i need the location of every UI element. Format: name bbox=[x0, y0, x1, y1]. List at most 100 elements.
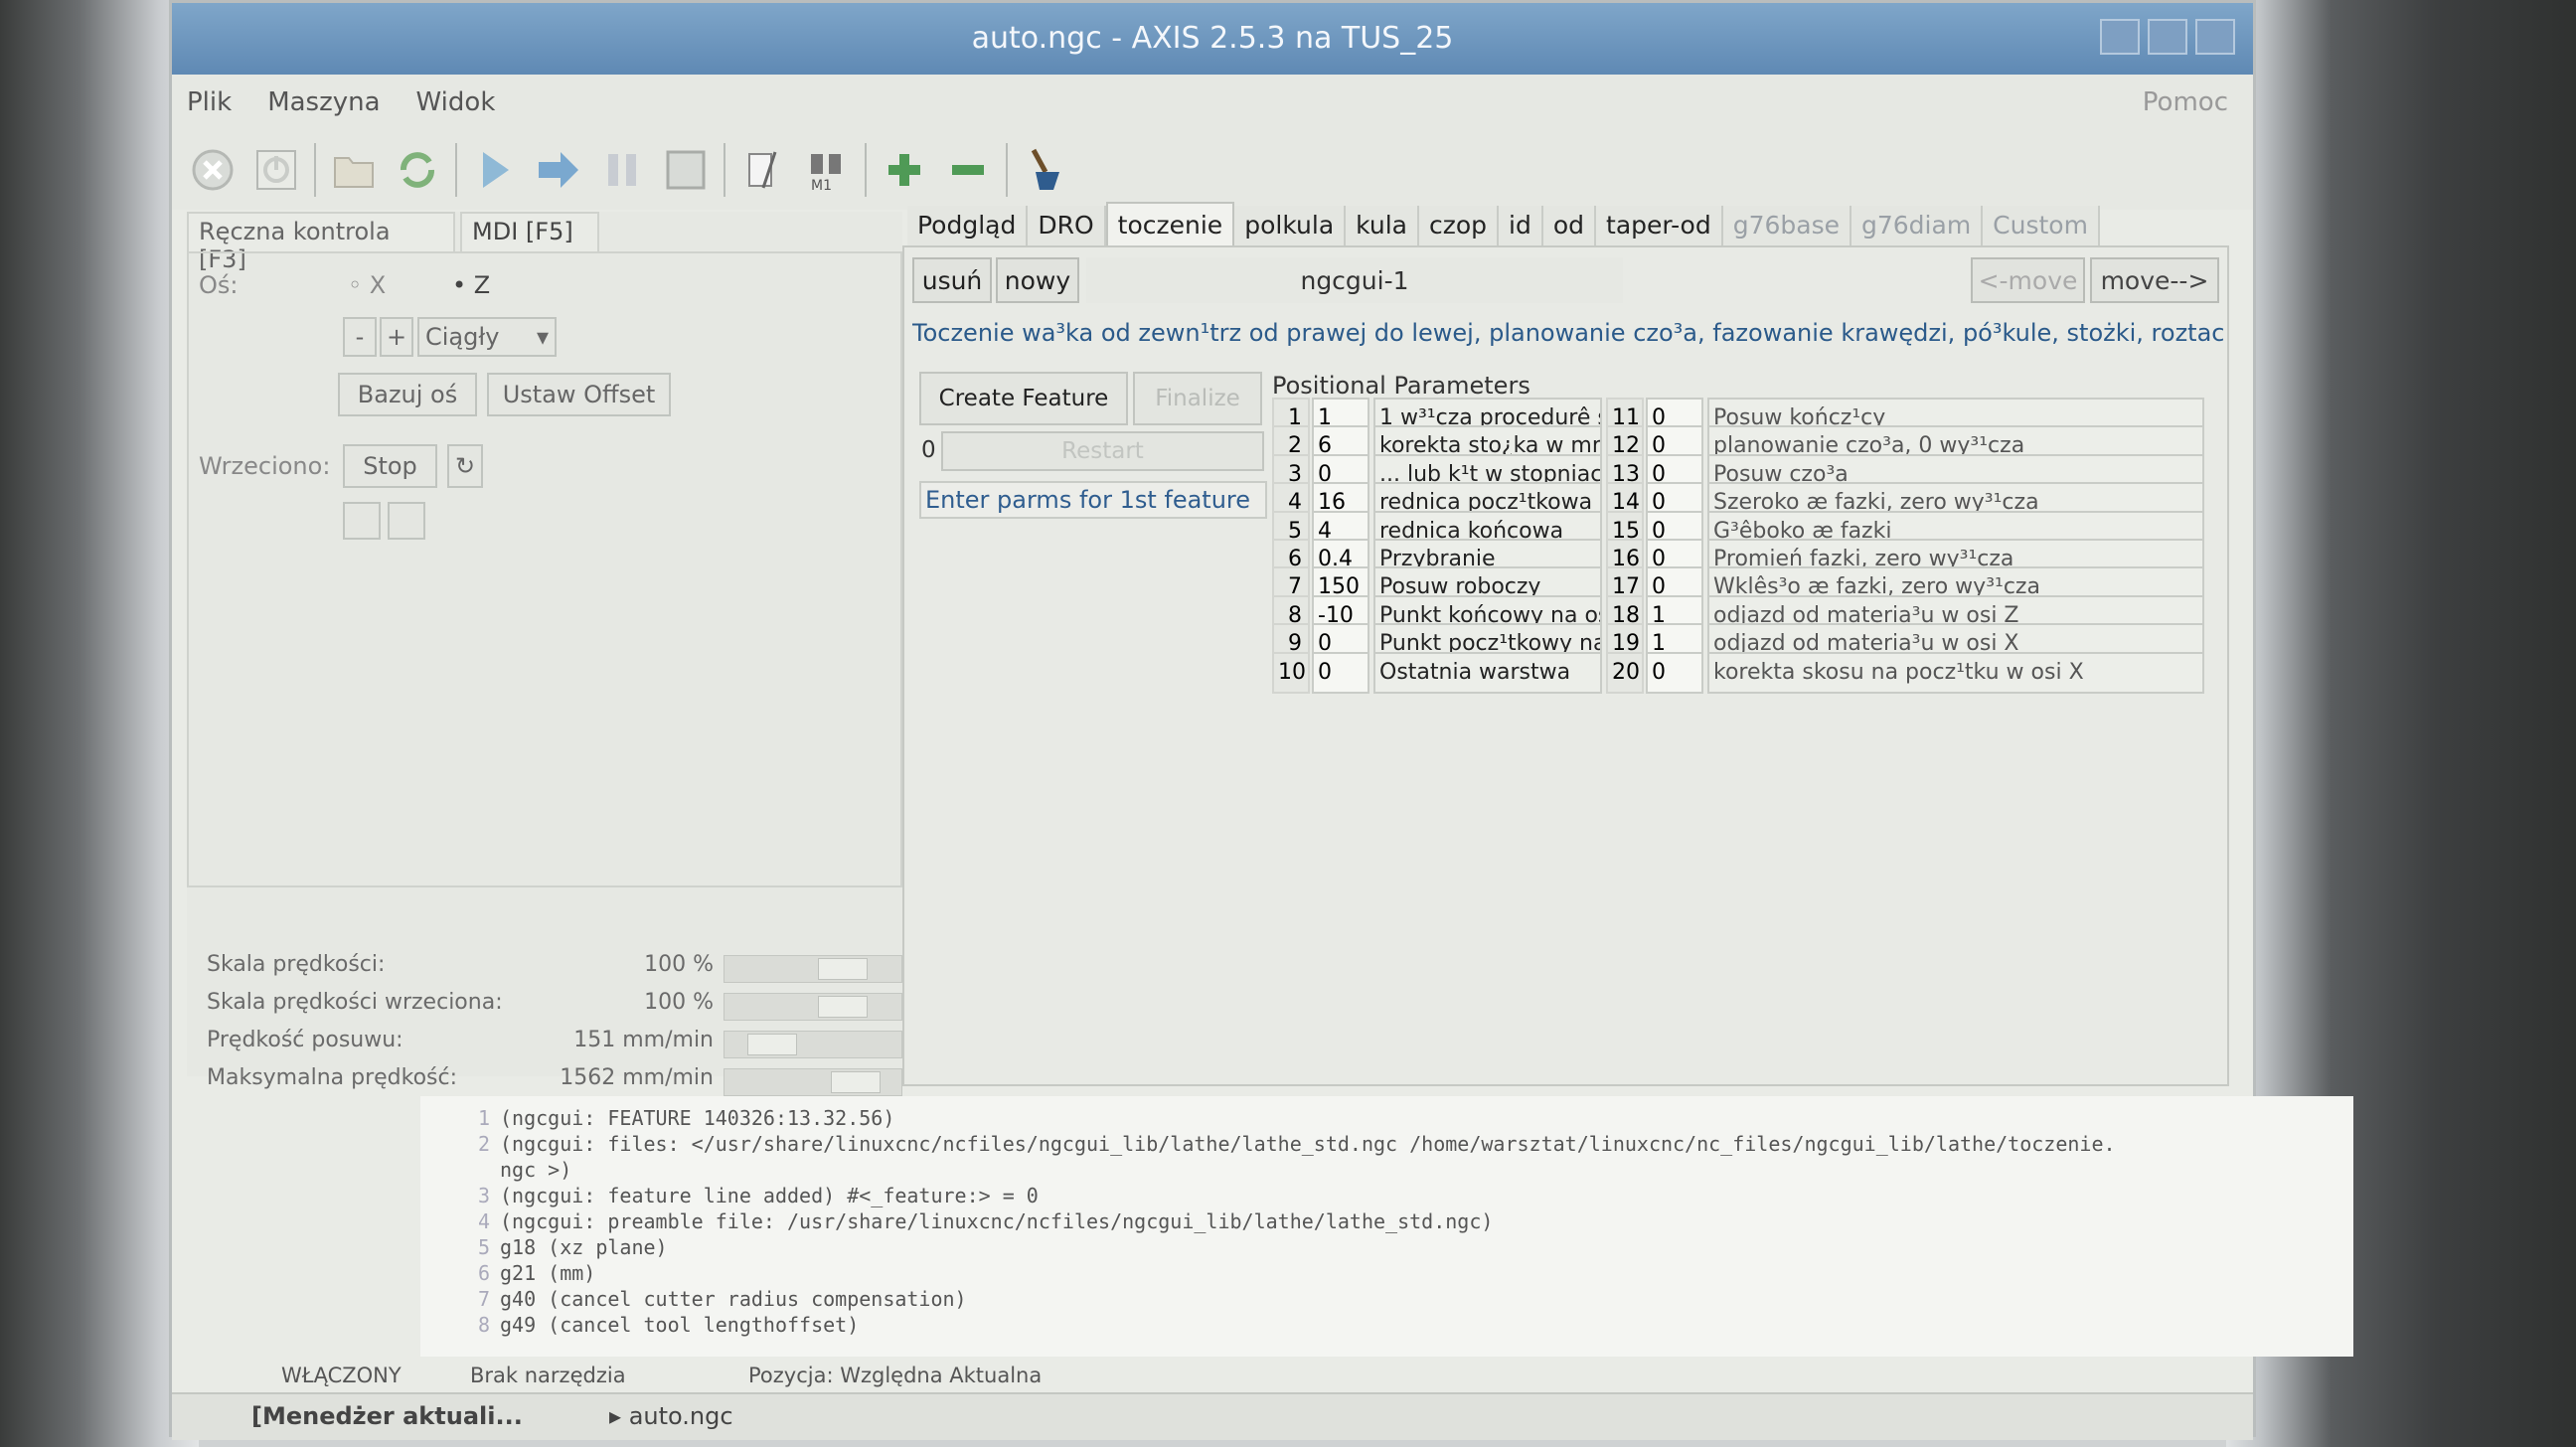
feed-override-slider[interactable] bbox=[724, 955, 902, 983]
tab-g76diam[interactable]: g76diam bbox=[1852, 206, 1984, 245]
tab-polkula[interactable]: polkula bbox=[1234, 206, 1347, 245]
tab-toczenie[interactable]: toczenie bbox=[1105, 202, 1235, 245]
position-mode: Pozycja: Względna Aktualna bbox=[748, 1364, 1043, 1387]
taskbar-axis-window[interactable]: ▸ auto.ngc bbox=[609, 1402, 733, 1430]
tab-od[interactable]: od bbox=[1542, 206, 1597, 245]
close-window-button[interactable] bbox=[2195, 19, 2235, 55]
line-number: 7 bbox=[477, 1287, 490, 1311]
step-icon[interactable] bbox=[533, 144, 584, 196]
tab-taper-od[interactable]: taper-od bbox=[1596, 206, 1723, 245]
line-text: (ngcgui: preamble file: /usr/share/linux… bbox=[500, 1209, 1494, 1233]
status-bar: WŁĄCZONY Brak narzędzia Pozycja: Względn… bbox=[281, 1360, 2170, 1391]
tab-id[interactable]: id bbox=[1499, 206, 1543, 245]
create-feature-button[interactable]: Create Feature bbox=[919, 372, 1128, 425]
new-page-button[interactable]: nowy bbox=[996, 257, 1079, 303]
param-number: 20 bbox=[1606, 651, 1644, 694]
slider-thumb[interactable] bbox=[818, 958, 868, 980]
pause-icon[interactable] bbox=[596, 144, 648, 196]
tab-mdi[interactable]: MDI [F5] bbox=[460, 212, 599, 251]
machine-state: WŁĄCZONY bbox=[281, 1364, 402, 1387]
slider-thumb[interactable] bbox=[818, 996, 868, 1018]
zoom-out-icon[interactable] bbox=[942, 144, 994, 196]
ngcgui-panel: usuń nowy ngcgui-1 <-move move--> Toczen… bbox=[902, 245, 2229, 1086]
max-velocity-value: 1562 mm/min bbox=[560, 1065, 714, 1090]
slider-thumb[interactable] bbox=[747, 1034, 797, 1055]
taskbar-update-manager[interactable]: [Menedżer aktuali... bbox=[251, 1402, 523, 1430]
home-axis-button[interactable]: Bazuj oś bbox=[338, 373, 477, 416]
reload-icon[interactable] bbox=[392, 144, 443, 196]
tab-dro[interactable]: DRO bbox=[1028, 206, 1106, 245]
terminal-icon: ▸ bbox=[609, 1402, 629, 1430]
spindle-override-slider[interactable] bbox=[724, 993, 902, 1021]
window-title: auto.ngc - AXIS 2.5.3 na TUS_25 bbox=[971, 21, 1454, 56]
jog-plus-button[interactable]: + bbox=[380, 317, 413, 357]
ngcgui-page-name: ngcgui-1 bbox=[1086, 257, 1623, 303]
tab-manual-control[interactable]: Ręczna kontrola [F3] bbox=[187, 212, 455, 273]
gcode-console[interactable]: 1 (ngcgui: FEATURE 140326:13.32.56) 2 (ngcg… bbox=[420, 1096, 2353, 1357]
console-line: 6 g21 (mm) bbox=[430, 1261, 2353, 1287]
optional-stop-icon[interactable]: M1 bbox=[801, 144, 853, 196]
line-text: g49 (cancel tool lengthoffset) bbox=[500, 1313, 860, 1337]
menu-plik[interactable]: Plik bbox=[187, 87, 232, 117]
slider-thumb[interactable] bbox=[831, 1071, 881, 1093]
console-line: 5 g18 (xz plane) bbox=[430, 1235, 2353, 1261]
console-line: 8 g49 (cancel tool lengthoffset) bbox=[430, 1313, 2353, 1339]
line-text: g21 (mm) bbox=[500, 1261, 596, 1285]
jog-speed-value: 151 mm/min bbox=[573, 1028, 714, 1052]
axis-z-radio[interactable]: • Z bbox=[452, 271, 490, 299]
minimize-button[interactable] bbox=[2100, 19, 2140, 55]
jog-speed-slider[interactable] bbox=[724, 1031, 902, 1058]
set-offset-button[interactable]: Ustaw Offset bbox=[487, 373, 671, 416]
finalize-button[interactable]: Finalize bbox=[1133, 372, 1262, 425]
param-value-input[interactable]: 0 bbox=[1312, 651, 1369, 694]
line-text: g40 (cancel cutter radius compensation) bbox=[500, 1287, 967, 1311]
open-folder-icon[interactable] bbox=[328, 144, 380, 196]
line-text: (ngcgui: files: </usr/share/linuxcnc/ncf… bbox=[500, 1132, 2116, 1156]
spindle-reverse-icon[interactable]: ↻ bbox=[447, 444, 483, 488]
tab-g76base[interactable]: g76base bbox=[1722, 206, 1852, 245]
menu-pomoc[interactable]: Pomoc bbox=[2143, 87, 2228, 117]
block-delete-icon[interactable] bbox=[737, 144, 789, 196]
taskbar-axis-label: auto.ngc bbox=[628, 1402, 733, 1430]
remove-page-button[interactable]: usuń bbox=[912, 257, 992, 303]
tab-podglad[interactable]: Podgląd bbox=[907, 206, 1029, 245]
menu-widok[interactable]: Widok bbox=[416, 87, 496, 117]
tab-kula[interactable]: kula bbox=[1346, 206, 1419, 245]
move-right-button[interactable]: move--> bbox=[2090, 257, 2219, 303]
power-icon[interactable] bbox=[250, 144, 302, 196]
console-line: 2 (ngcgui: files: </usr/share/linuxcnc/nc… bbox=[430, 1132, 2353, 1158]
spindle-override-label: Skala prędkości wrzeciona: bbox=[207, 990, 503, 1015]
line-text: ngc >) bbox=[500, 1158, 572, 1182]
run-icon[interactable] bbox=[469, 144, 521, 196]
jog-minus-button[interactable]: - bbox=[343, 317, 377, 357]
spindle-slower-button[interactable] bbox=[343, 502, 381, 540]
maximize-button[interactable] bbox=[2148, 19, 2187, 55]
max-velocity-row: Maksymalna prędkość: 1562 mm/min bbox=[207, 1065, 902, 1099]
estop-icon[interactable] bbox=[187, 144, 239, 196]
params-title: Positional Parameters bbox=[1272, 372, 1530, 400]
jog-mode-select[interactable]: Ciągły ▾ bbox=[417, 317, 557, 357]
param-row: 10 0 Ostatnia warstwa 20 0 korekta skosu na p… bbox=[1272, 651, 2216, 698]
console-line: 1 (ngcgui: FEATURE 140326:13.32.56) bbox=[430, 1106, 2353, 1132]
line-number: 4 bbox=[477, 1209, 490, 1233]
zoom-in-icon[interactable] bbox=[879, 144, 930, 196]
axis-label: Oś: bbox=[199, 271, 239, 299]
clear-plot-icon[interactable] bbox=[1020, 144, 1071, 196]
menu-maszyna[interactable]: Maszyna bbox=[267, 87, 380, 117]
feed-override-value: 100 % bbox=[644, 952, 714, 977]
spindle-faster-button[interactable] bbox=[388, 502, 425, 540]
feed-override-row: Skala prędkości: 100 % bbox=[207, 952, 902, 986]
title-bar: auto.ngc - AXIS 2.5.3 na TUS_25 bbox=[172, 3, 2253, 75]
param-value-input[interactable]: 0 bbox=[1646, 651, 1703, 694]
ngcgui-header: usuń nowy ngcgui-1 <-move move--> bbox=[912, 257, 2224, 303]
tab-custom[interactable]: Custom bbox=[1983, 206, 2100, 245]
restart-button[interactable]: Restart bbox=[941, 431, 1264, 471]
line-number: 1 bbox=[477, 1106, 490, 1130]
spindle-stop-button[interactable]: Stop bbox=[343, 444, 437, 488]
stop-icon[interactable] bbox=[660, 144, 712, 196]
axis-x-radio[interactable]: ◦ X bbox=[348, 271, 386, 299]
tab-czop[interactable]: czop bbox=[1418, 206, 1500, 245]
max-velocity-slider[interactable] bbox=[724, 1068, 902, 1096]
max-velocity-label: Maksymalna prędkość: bbox=[207, 1065, 458, 1090]
move-left-button[interactable]: <-move bbox=[1971, 257, 2085, 303]
